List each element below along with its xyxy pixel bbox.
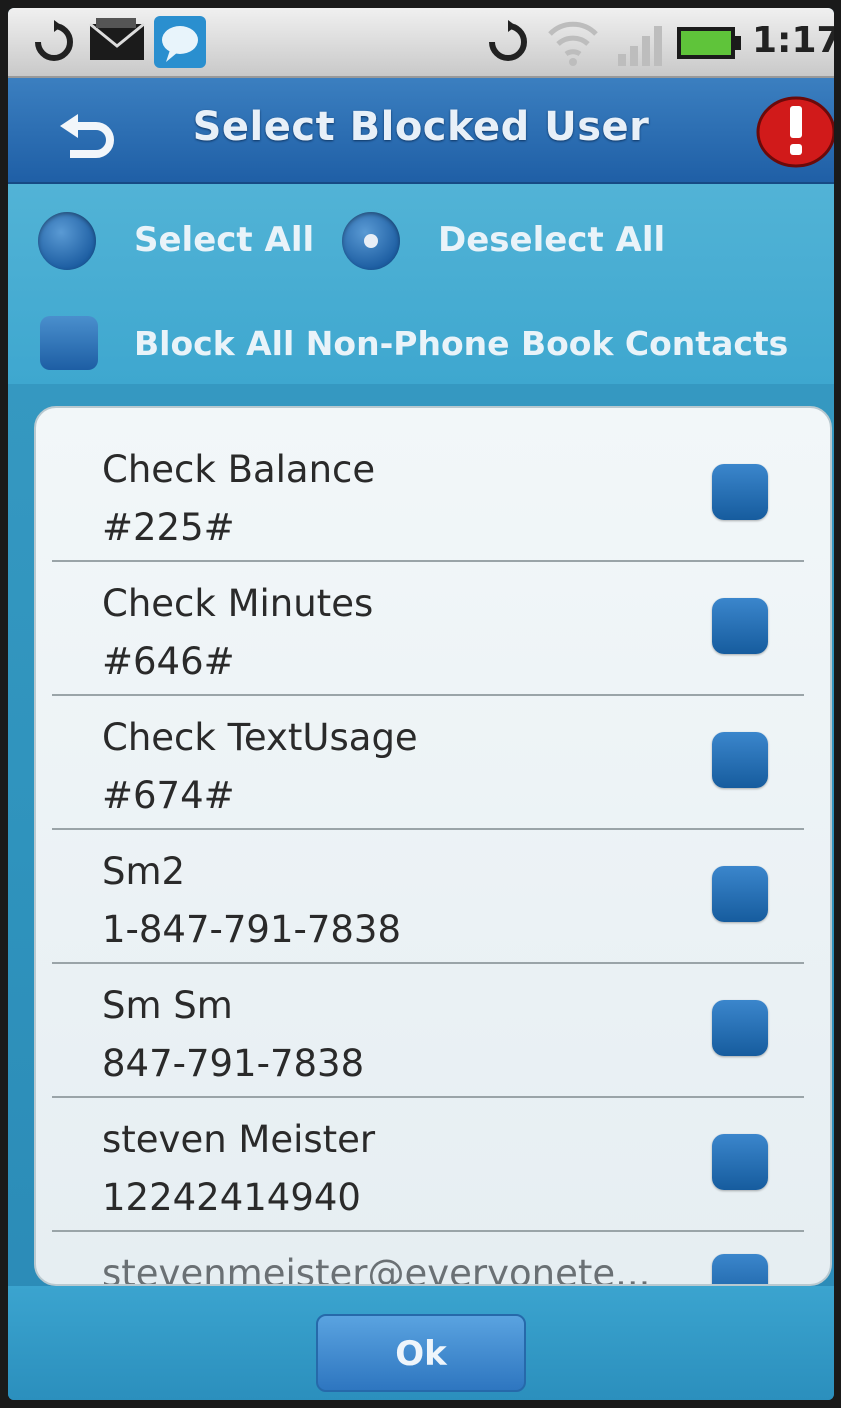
contact-list[interactable]: Check Balance #225# Check Minutes #646# … — [34, 406, 832, 1286]
status-bar: 1:17 — [8, 8, 834, 78]
contact-number: 12242414940 — [102, 1176, 361, 1219]
block-non-phonebook-checkbox[interactable] — [40, 316, 98, 370]
deselect-all-label: Deselect All — [438, 220, 666, 260]
ok-button[interactable]: Ok — [316, 1314, 526, 1392]
contact-name: Sm Sm — [102, 984, 233, 1027]
contact-name: Check Balance — [102, 448, 376, 491]
list-item[interactable]: Sm2 1-847-791-7838 — [52, 830, 804, 964]
selection-options: Select All Deselect All Block All Non-Ph… — [8, 184, 834, 384]
list-item[interactable]: stevenmeister@everyonete... — [52, 1232, 804, 1286]
block-non-phonebook-label: Block All Non-Phone Book Contacts — [134, 324, 789, 363]
contact-checkbox[interactable] — [712, 1134, 768, 1190]
page-title: Select Blocked User — [192, 104, 650, 150]
chat-app-icon — [154, 16, 206, 68]
exclamation-alert-icon[interactable] — [752, 94, 834, 170]
contact-checkbox[interactable] — [712, 1000, 768, 1056]
mail-icon — [89, 18, 145, 60]
contact-name: steven Meister — [102, 1118, 376, 1161]
list-item[interactable]: Check Minutes #646# — [52, 562, 804, 696]
sync-icon — [489, 20, 527, 61]
contact-checkbox[interactable] — [712, 598, 768, 654]
signal-icon — [618, 26, 662, 66]
deselect-all-radio[interactable] — [342, 212, 400, 270]
contact-checkbox[interactable] — [712, 1254, 768, 1284]
contact-number: 1-847-791-7838 — [102, 908, 401, 951]
phone-screen: 1:17 Select Blocked User Select All Dese… — [8, 8, 834, 1400]
contact-number: 847-791-7838 — [102, 1042, 365, 1085]
list-item[interactable]: Check TextUsage #674# — [52, 696, 804, 830]
sync-icon — [35, 20, 73, 61]
status-time: 1:17 — [752, 20, 834, 61]
title-bar: Select Blocked User — [8, 78, 834, 184]
bottom-bar: Ok — [8, 1286, 834, 1400]
select-all-radio[interactable] — [38, 212, 96, 270]
contact-name: Sm2 — [102, 850, 186, 893]
contact-name: Check Minutes — [102, 582, 374, 625]
contact-number: #646# — [102, 640, 235, 683]
contact-number: #225# — [102, 506, 235, 549]
battery-icon — [677, 27, 741, 59]
contact-name: Check TextUsage — [102, 716, 418, 759]
contact-checkbox[interactable] — [712, 464, 768, 520]
contact-number: #674# — [102, 774, 235, 817]
select-all-label: Select All — [134, 220, 315, 260]
list-item[interactable]: Check Balance #225# — [52, 428, 804, 562]
radio-selected-dot — [364, 234, 378, 248]
contact-checkbox[interactable] — [712, 732, 768, 788]
contact-name: stevenmeister@everyonete... — [102, 1252, 651, 1286]
contact-checkbox[interactable] — [712, 866, 768, 922]
list-item[interactable]: steven Meister 12242414940 — [52, 1098, 804, 1232]
list-item[interactable]: Sm Sm 847-791-7838 — [52, 964, 804, 1098]
wifi-icon — [548, 21, 598, 66]
